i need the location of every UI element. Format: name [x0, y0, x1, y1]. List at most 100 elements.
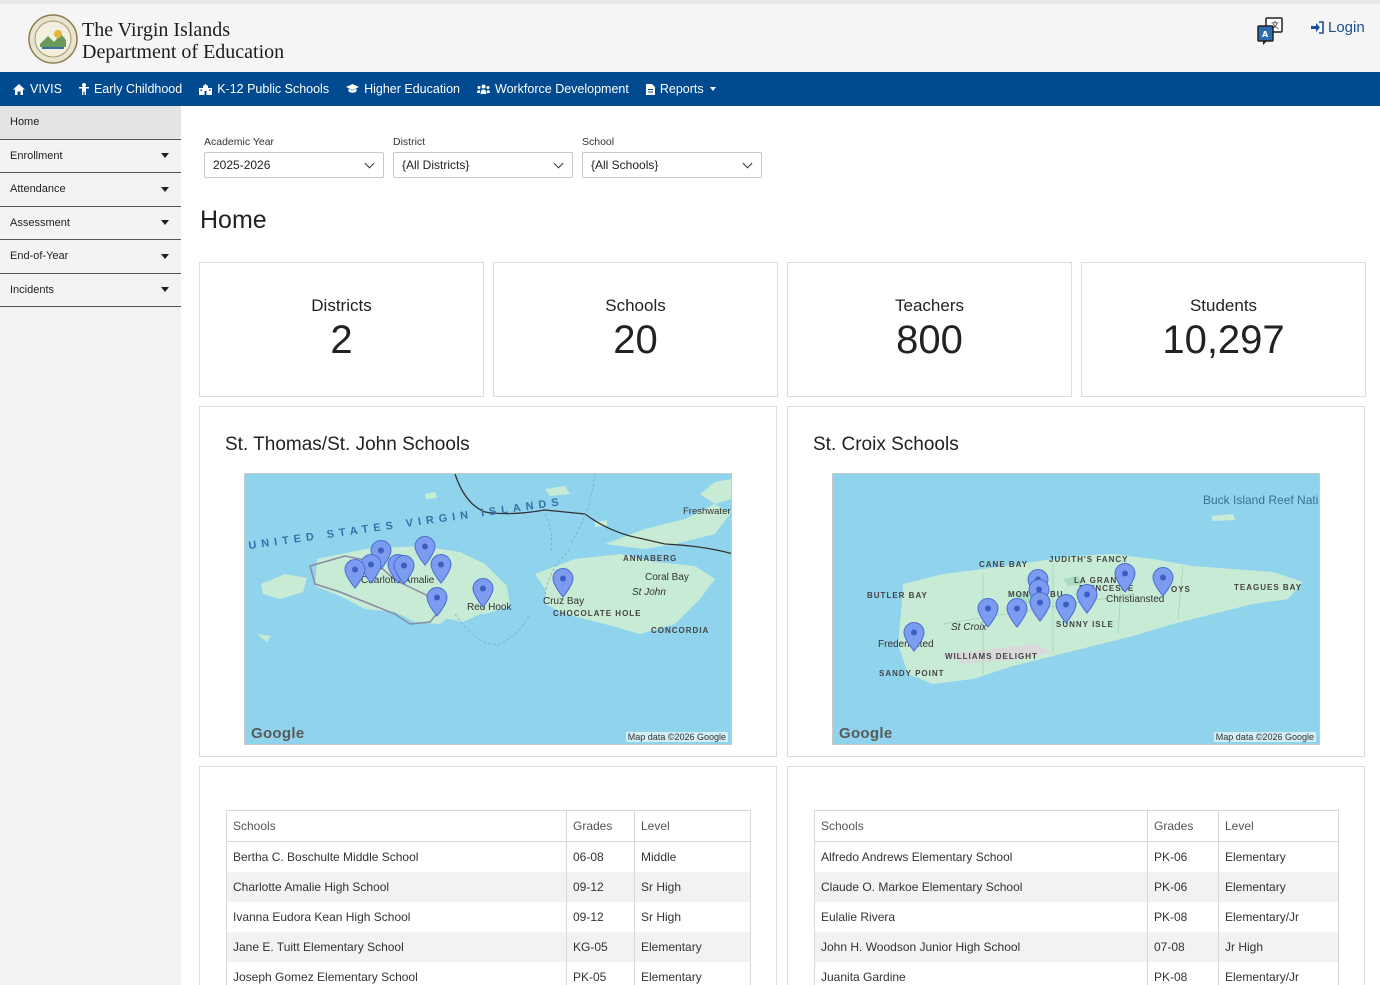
sidebar-item-label: Incidents [10, 283, 55, 296]
sidebar-item-end-of-year[interactable]: End-of-Year [0, 240, 181, 274]
map-attribution[interactable]: Map data ©2026 Google [1213, 732, 1316, 742]
sidebar-item-label: Attendance [10, 183, 66, 196]
table-row[interactable]: Bertha C. Boschulte Middle School 06-08 … [226, 841, 751, 872]
sidebar-item-label: Assessment [10, 216, 70, 229]
caret-down-icon [161, 287, 169, 293]
map-label-williams-delight: WILLIAMS DELIGHT [945, 652, 1037, 661]
table-row[interactable]: Joseph Gomez Elementary School PK-05 Ele… [226, 961, 751, 985]
school-marker-icon[interactable] [903, 622, 925, 652]
login-label: Login [1328, 19, 1365, 36]
academic-year-select[interactable]: 2025-2026 [204, 152, 384, 178]
site-brand[interactable]: The Virgin Islands Department of Educati… [82, 19, 284, 63]
sidebar-item-label: Enrollment [10, 149, 63, 162]
table-row[interactable]: Ivanna Eudora Kean High School 09-12 Sr … [226, 901, 751, 932]
map-label-freshwater-pond: Freshwater Pond [683, 506, 731, 517]
map-title: St. Thomas/St. John Schools [225, 434, 470, 455]
cell-grades: PK-06 [1147, 841, 1219, 872]
select-value: {All Schools} [591, 158, 659, 172]
vide-seal-logo[interactable] [28, 14, 78, 64]
table-row[interactable]: Jane E. Tuitt Elementary School KG-05 El… [226, 931, 751, 962]
column-header-level[interactable]: Level [1218, 810, 1339, 842]
school-marker-icon[interactable] [1029, 592, 1051, 622]
nav-early-childhood[interactable]: Early Childhood [78, 82, 182, 96]
cell-level: Elementary [1218, 841, 1339, 872]
school-marker-icon[interactable] [1006, 598, 1028, 628]
map-attribution[interactable]: Map data ©2026 Google [625, 732, 728, 742]
cell-level: Elementary/Jr [1218, 961, 1339, 985]
sidebar-item-attendance[interactable]: Attendance [0, 173, 181, 207]
stat-label: Teachers [895, 296, 964, 315]
map-label-st-john: St John [632, 587, 666, 598]
nav-label: K-12 Public Schools [217, 82, 330, 96]
school-marker-icon[interactable] [430, 554, 452, 584]
caret-down-icon [161, 186, 169, 192]
filter-label: Academic Year [204, 136, 275, 148]
sidebar-item-label: End-of-Year [10, 250, 69, 263]
nav-higher-education[interactable]: Higher Education [346, 82, 460, 96]
translate-icon[interactable]: 文 A [1255, 16, 1285, 46]
sidebar-item-home[interactable]: Home [0, 106, 181, 140]
table-header-row: Schools Grades Level [226, 810, 751, 842]
table-row[interactable]: John H. Woodson Junior High School 07-08… [814, 931, 1339, 962]
google-logo[interactable]: Google [839, 725, 892, 742]
table-header-row: Schools Grades Level [814, 810, 1339, 842]
sidebar-item-assessment[interactable]: Assessment [0, 207, 181, 240]
school-select[interactable]: {All Schools} [582, 152, 762, 178]
column-header-grades[interactable]: Grades [566, 810, 635, 842]
site-header: The Virgin Islands Department of Educati… [0, 0, 1380, 72]
district-select[interactable]: {All Districts} [393, 152, 573, 178]
caret-down-icon [161, 253, 169, 259]
stat-value: 20 [613, 318, 658, 362]
map-label-teagues-bay: TEAGUES BAY [1234, 583, 1303, 592]
stt-stj-schools-table: Schools Grades Level Bertha C. Boschulte… [226, 810, 751, 985]
school-marker-icon[interactable] [472, 578, 494, 608]
map-label-chocolate-hole: CHOCOLATE HOLE [553, 609, 642, 618]
column-header-level[interactable]: Level [634, 810, 751, 842]
sidebar-item-incidents[interactable]: Incidents [0, 274, 181, 307]
chevron-down-icon [364, 158, 375, 168]
nav-vivis[interactable]: VIVIS [13, 82, 62, 96]
cell-school: John H. Woodson Junior High School [814, 931, 1148, 962]
stx-schools-card: Schools Grades Level Alfredo Andrews Ele… [787, 766, 1365, 985]
cell-level: Elementary [634, 961, 751, 985]
sidebar-item-enrollment[interactable]: Enrollment [0, 140, 181, 173]
school-marker-icon[interactable] [552, 568, 574, 598]
chevron-down-icon [553, 158, 564, 168]
table-row[interactable]: Juanita Gardine PK-08 Elementary/Jr [814, 961, 1339, 985]
school-marker-icon[interactable] [1114, 563, 1136, 593]
school-marker-icon[interactable] [1055, 594, 1077, 624]
cell-school: Charlotte Amalie High School [226, 871, 567, 902]
school-marker-icon[interactable] [977, 598, 999, 628]
cell-school: Ivanna Eudora Kean High School [226, 901, 567, 932]
stx-map[interactable]: Buck Island Reef National Monument JUDIT… [832, 473, 1320, 745]
cell-grades: 09-12 [566, 901, 635, 932]
graduation-cap-icon [346, 84, 360, 93]
cell-grades: PK-08 [1147, 901, 1219, 932]
table-row[interactable]: Claude O. Markoe Elementary School PK-06… [814, 871, 1339, 902]
login-link[interactable]: Login [1310, 19, 1365, 36]
map-label-annaberg: ANNABERG [623, 554, 678, 563]
nav-workforce-development[interactable]: Workforce Development [477, 82, 629, 96]
column-header-grades[interactable]: Grades [1147, 810, 1219, 842]
school-marker-icon[interactable] [1076, 584, 1098, 614]
column-header-schools[interactable]: Schools [814, 810, 1148, 842]
stx-schools-table: Schools Grades Level Alfredo Andrews Ele… [814, 810, 1339, 985]
nav-reports-dropdown[interactable]: Reports [645, 82, 716, 96]
stt-stj-map[interactable]: UNITED STATES VIRGIN ISLANDS Freshwater … [244, 473, 732, 745]
table-row[interactable]: Alfredo Andrews Elementary School PK-06 … [814, 841, 1339, 872]
nav-k12-public-schools[interactable]: K-12 Public Schools [199, 82, 329, 96]
table-row[interactable]: Charlotte Amalie High School 09-12 Sr Hi… [226, 871, 751, 902]
chevron-down-icon [742, 158, 753, 168]
school-marker-icon[interactable] [426, 587, 448, 617]
school-marker-icon[interactable] [344, 559, 366, 589]
table-row[interactable]: Eulalie Rivera PK-08 Elementary/Jr [814, 901, 1339, 932]
stat-value: 10,297 [1162, 318, 1285, 362]
school-marker-icon[interactable] [1152, 567, 1174, 597]
google-logo[interactable]: Google [251, 725, 304, 742]
cell-grades: 09-12 [566, 871, 635, 902]
caret-down-icon [709, 87, 716, 91]
map-label-butler-bay: BUTLER BAY [867, 591, 928, 600]
column-header-schools[interactable]: Schools [226, 810, 567, 842]
stat-label: Students [1189, 296, 1258, 315]
school-marker-icon[interactable] [393, 555, 415, 585]
